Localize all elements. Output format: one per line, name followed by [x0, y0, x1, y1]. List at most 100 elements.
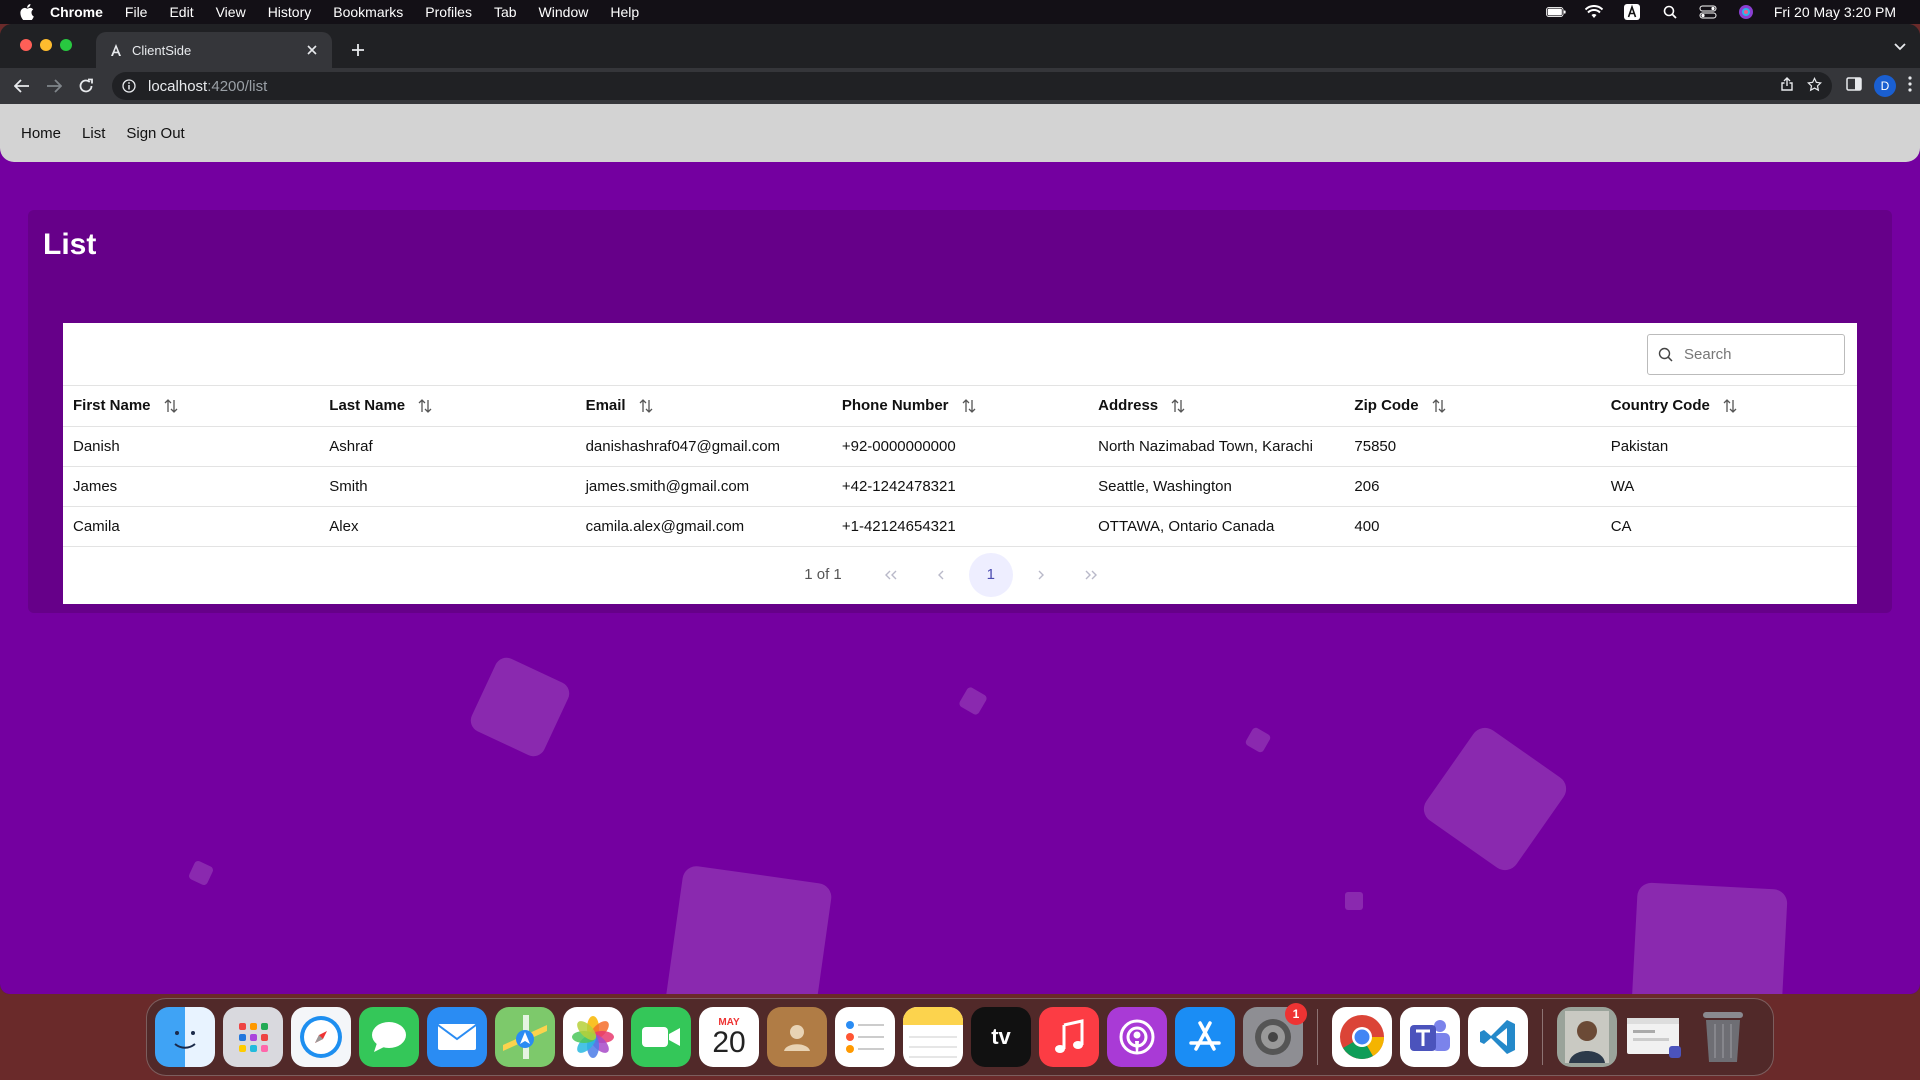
sort-icon[interactable] — [163, 398, 179, 414]
spotlight-search-icon[interactable] — [1660, 5, 1680, 19]
column-header[interactable]: First Name — [63, 386, 320, 427]
site-info-icon[interactable] — [122, 78, 138, 94]
address-bar[interactable]: localhost:4200/list — [112, 72, 1832, 100]
column-header-label: Address — [1098, 397, 1159, 415]
sort-icon[interactable] — [417, 398, 433, 414]
launchpad-icon[interactable] — [223, 1007, 283, 1067]
app-store-icon[interactable] — [1175, 1007, 1235, 1067]
first-page-icon[interactable] — [869, 553, 913, 597]
next-page-icon[interactable] — [1019, 553, 1063, 597]
table-row[interactable]: Danish Ashraf danishashraf047@gmail.com … — [63, 426, 1857, 467]
facetime-icon[interactable] — [631, 1007, 691, 1067]
maps-icon[interactable] — [495, 1007, 555, 1067]
sort-icon[interactable] — [961, 398, 977, 414]
menu-tab[interactable]: Tab — [494, 4, 517, 20]
prev-page-icon[interactable] — [919, 553, 963, 597]
input-source-icon[interactable] — [1622, 4, 1642, 20]
mail-icon[interactable] — [427, 1007, 487, 1067]
vscode-icon[interactable] — [1468, 1007, 1528, 1067]
nav-sign-out-link[interactable]: Sign Out — [126, 125, 184, 142]
menu-edit[interactable]: Edit — [169, 4, 193, 20]
browser-window: ClientSide localhost:4200/list D Home L… — [0, 24, 1920, 994]
tab-search-chevron-icon[interactable] — [1894, 38, 1906, 56]
back-arrow-icon[interactable] — [8, 72, 36, 100]
table-cell: James — [63, 466, 320, 507]
column-header[interactable]: Phone Number — [831, 386, 1089, 427]
search-input[interactable] — [1684, 346, 1834, 363]
share-icon[interactable] — [1781, 77, 1793, 95]
menu-history[interactable]: History — [268, 4, 312, 20]
search-box[interactable] — [1647, 334, 1845, 375]
sort-icon[interactable] — [1170, 398, 1186, 414]
sort-icon[interactable] — [1431, 398, 1447, 414]
photos-icon[interactable] — [563, 1007, 623, 1067]
zoom-window-button[interactable] — [60, 39, 72, 51]
last-page-icon[interactable] — [1069, 553, 1113, 597]
safari-icon[interactable] — [291, 1007, 351, 1067]
dock-separator — [1317, 1009, 1318, 1065]
column-header[interactable]: Last Name — [319, 386, 576, 427]
wifi-icon[interactable] — [1584, 5, 1604, 19]
trash-icon[interactable] — [1693, 1007, 1753, 1067]
system-preferences-icon[interactable]: 1 — [1243, 1003, 1307, 1067]
minimize-window-button[interactable] — [40, 39, 52, 51]
podcasts-icon[interactable] — [1107, 1007, 1167, 1067]
column-header[interactable]: Country Code — [1600, 386, 1857, 427]
table-row[interactable]: James Smith james.smith@gmail.com +42-12… — [63, 466, 1857, 507]
page-title: List — [43, 228, 97, 261]
control-center-icon[interactable] — [1698, 5, 1718, 19]
bookmark-star-icon[interactable] — [1806, 76, 1823, 96]
menu-file[interactable]: File — [125, 4, 148, 20]
messages-icon[interactable] — [359, 1007, 419, 1067]
table-cell: 206 — [1344, 466, 1601, 507]
sort-icon[interactable] — [1722, 398, 1738, 414]
macos-dock: MAY 20 tv 1 — [146, 998, 1774, 1076]
close-tab-icon[interactable] — [304, 42, 320, 58]
apple-icon[interactable] — [20, 4, 36, 20]
music-icon[interactable] — [1039, 1007, 1099, 1067]
sort-icon[interactable] — [638, 398, 654, 414]
notes-icon[interactable] — [903, 1007, 963, 1067]
new-tab-icon[interactable] — [344, 36, 372, 64]
window-stack-icon[interactable] — [1625, 1007, 1685, 1067]
menu-app-name[interactable]: Chrome — [50, 4, 103, 20]
menu-bookmarks[interactable]: Bookmarks — [333, 4, 403, 20]
column-header[interactable]: Address — [1088, 386, 1345, 427]
column-header[interactable]: Zip Code — [1344, 386, 1601, 427]
reload-icon[interactable] — [72, 72, 100, 100]
page-number-button[interactable]: 1 — [968, 552, 1013, 597]
finder-icon[interactable] — [155, 1007, 215, 1067]
browser-tab[interactable]: ClientSide — [96, 32, 332, 68]
reminders-icon[interactable] — [835, 1007, 895, 1067]
app-navbar: Home List Sign Out — [0, 104, 1920, 162]
page-report: 1 of 1 — [804, 566, 842, 583]
photo-thumbnail-icon[interactable] — [1557, 1007, 1617, 1067]
search-icon — [1658, 347, 1674, 363]
table-cell: Seattle, Washington — [1088, 466, 1345, 507]
more-menu-icon[interactable] — [1908, 75, 1912, 97]
calendar-icon[interactable]: MAY 20 — [699, 1007, 759, 1067]
column-header-label: Email — [585, 397, 626, 415]
table-cell: WA — [1600, 466, 1857, 507]
nav-list-link[interactable]: List — [82, 125, 105, 142]
nav-home-link[interactable]: Home — [21, 125, 61, 142]
side-panel-icon[interactable] — [1846, 76, 1862, 96]
profile-avatar[interactable]: D — [1874, 75, 1896, 97]
table-row[interactable]: Camila Alex camila.alex@gmail.com +1-421… — [63, 506, 1857, 547]
microsoft-teams-icon[interactable] — [1400, 1007, 1460, 1067]
forward-arrow-icon[interactable] — [40, 72, 68, 100]
siri-icon[interactable] — [1736, 5, 1756, 19]
column-header-label: First Name — [73, 397, 151, 415]
menu-profiles[interactable]: Profiles — [425, 4, 472, 20]
chrome-icon[interactable] — [1332, 1007, 1392, 1067]
menu-window[interactable]: Window — [539, 4, 589, 20]
column-header[interactable]: Email — [575, 386, 832, 427]
battery-icon[interactable] — [1545, 5, 1566, 19]
menu-view[interactable]: View — [216, 4, 246, 20]
close-window-button[interactable] — [20, 39, 32, 51]
menu-help[interactable]: Help — [610, 4, 639, 20]
apple-tv-icon[interactable]: tv — [971, 1007, 1031, 1067]
table-header-row: First Name Last Name Email Phone Number … — [63, 386, 1857, 427]
menubar-clock[interactable]: Fri 20 May 3:20 PM — [1774, 4, 1896, 20]
contacts-icon[interactable] — [767, 1007, 827, 1067]
